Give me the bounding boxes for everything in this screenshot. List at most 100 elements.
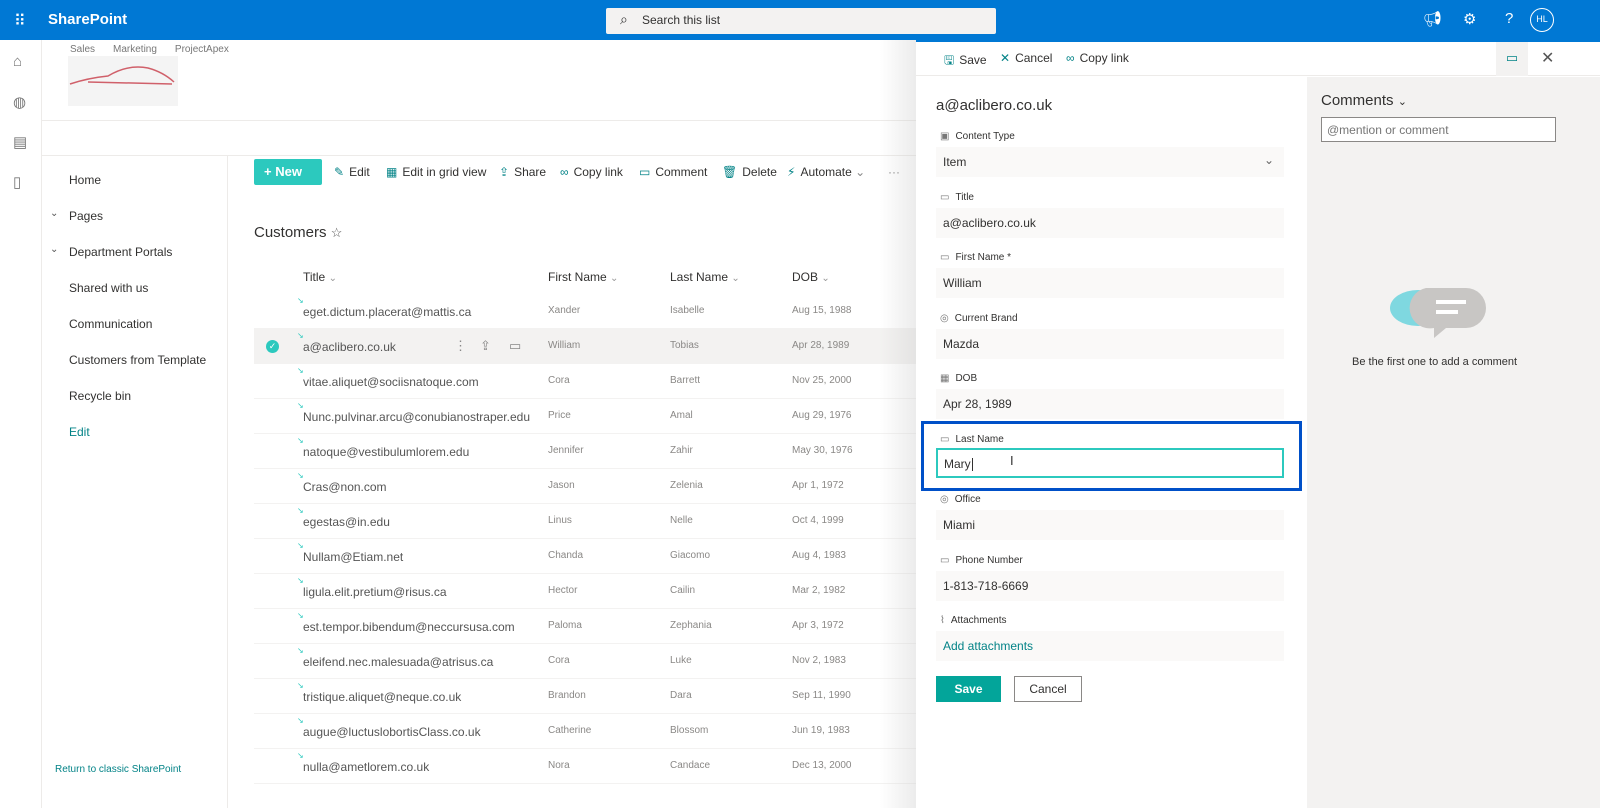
- column-header[interactable]: DOB ⌄: [792, 270, 830, 284]
- search-input[interactable]: ⌕ Search this list: [606, 8, 996, 34]
- delete-button[interactable]: 🗑︎ Delete: [722, 165, 777, 179]
- plus-icon: +: [264, 164, 276, 179]
- nav-item[interactable]: ⌄ Department Portals: [42, 239, 228, 263]
- news-icon[interactable]: ▤: [13, 133, 27, 151]
- comment-input[interactable]: [1321, 117, 1556, 142]
- avatar[interactable]: HL: [1530, 8, 1554, 32]
- panel-copy-link-button[interactable]: ∞ Copy link: [1066, 51, 1129, 65]
- field-value[interactable]: a@aclibero.co.uk: [936, 207, 1284, 238]
- nav-item[interactable]: Edit: [42, 419, 228, 443]
- chevron-down-icon: ⌄: [731, 273, 740, 284]
- table-row[interactable]: eleifend.nec.malesuada@atrisus.ca Cora Luk…: [254, 644, 916, 679]
- field-value[interactable]: 1-813-718-6669: [936, 570, 1284, 601]
- globe-icon[interactable]: ◍: [13, 93, 26, 111]
- title-cell[interactable]: natoque@vestibulumlorem.edu: [297, 436, 469, 459]
- site-logo[interactable]: [68, 56, 178, 106]
- title-cell[interactable]: tristique.aliquet@neque.co.uk: [297, 681, 461, 704]
- share-button[interactable]: ⇪ Share: [499, 165, 546, 179]
- title-cell[interactable]: Nunc.pulvinar.arcu@conubianostraper.edu: [297, 401, 530, 424]
- close-panel-icon[interactable]: ✕: [1541, 48, 1554, 68]
- site-nav-sales[interactable]: Sales: [70, 44, 95, 55]
- home-icon[interactable]: ⌂: [13, 53, 22, 70]
- comments-toggle-icon[interactable]: ▭: [1496, 42, 1528, 76]
- chevron-down-icon[interactable]: ⌄: [50, 244, 58, 255]
- gear-icon[interactable]: ⚙: [1463, 10, 1476, 28]
- title-cell[interactable]: a@aclibero.co.uk: [297, 331, 396, 354]
- panel-cancel-button[interactable]: ✕ Cancel: [1000, 51, 1052, 65]
- app-name[interactable]: SharePoint: [48, 11, 127, 28]
- table-row[interactable]: nulla@ametlorem.co.uk Nora Candace Dec 13, …: [254, 749, 916, 784]
- nav-item[interactable]: Shared with us: [42, 275, 228, 299]
- site-nav-projectapex[interactable]: ProjectApex: [175, 44, 229, 55]
- megaphone-icon[interactable]: 📢︎: [1423, 10, 1442, 28]
- table-row[interactable]: ✓ a@aclibero.co.uk ⋮ ⇪ ▭ William Tobias Apr 28,…: [254, 329, 916, 364]
- title-cell[interactable]: eleifend.nec.malesuada@atrisus.ca: [297, 646, 493, 669]
- title-cell[interactable]: ligula.elit.pretium@risus.ca: [297, 576, 447, 599]
- first-name-cell: Paloma: [548, 620, 582, 631]
- nav-item[interactable]: Communication: [42, 311, 228, 335]
- column-header[interactable]: Title ⌄: [303, 270, 337, 284]
- share-icon[interactable]: ⇪: [480, 338, 491, 354]
- title-cell[interactable]: egestas@in.edu: [297, 506, 390, 529]
- column-header[interactable]: First Name ⌄: [548, 270, 618, 284]
- field-value[interactable]: William: [936, 268, 1284, 298]
- table-row[interactable]: ligula.elit.pretium@risus.ca Hector Cailin…: [254, 574, 916, 609]
- document-icon[interactable]: ▯: [13, 173, 21, 191]
- first-name-cell: Jason: [548, 480, 575, 491]
- table-row[interactable]: est.tempor.bibendum@neccursusa.com Paloma…: [254, 609, 916, 644]
- field-value[interactable]: Add attachments: [936, 631, 1284, 661]
- table-row[interactable]: Cras@non.com Jason Zelenia Apr 1, 1972: [254, 469, 916, 504]
- title-cell[interactable]: augue@luctuslobortisClass.co.uk: [297, 716, 481, 739]
- new-button[interactable]: + New: [254, 159, 322, 185]
- star-icon[interactable]: ☆: [331, 225, 343, 240]
- table-row[interactable]: Nunc.pulvinar.arcu@conubianostraper.edu P…: [254, 399, 916, 434]
- field-value-text: a@aclibero.co.uk: [943, 215, 1036, 230]
- nav-item[interactable]: Recycle bin: [42, 383, 228, 407]
- table-row[interactable]: augue@luctuslobortisClass.co.uk Catherine…: [254, 714, 916, 749]
- checkmark-icon[interactable]: ✓: [266, 340, 279, 353]
- comments-title[interactable]: Comments ⌄: [1321, 92, 1407, 109]
- comment-icon[interactable]: ▭: [509, 338, 521, 354]
- return-to-classic-link[interactable]: Return to classic SharePoint: [55, 764, 181, 775]
- field-value[interactable]: Item ⌄: [936, 147, 1284, 177]
- table-row[interactable]: egestas@in.edu Linus Nelle Oct 4, 1999: [254, 504, 916, 539]
- automate-button[interactable]: ⚡︎ Automate ⌄: [787, 165, 865, 179]
- title-cell[interactable]: vitae.aliquet@sociisnatoque.com: [297, 366, 479, 389]
- table-row[interactable]: natoque@vestibulumlorem.edu Jennifer Zahir…: [254, 434, 916, 469]
- nav-item[interactable]: Customers from Template: [42, 347, 228, 371]
- column-header[interactable]: Last Name ⌄: [670, 270, 740, 284]
- help-icon[interactable]: ?: [1505, 10, 1513, 27]
- nav-item[interactable]: ⌄ Pages: [42, 203, 228, 227]
- dob-cell: Aug 4, 1983: [792, 550, 846, 561]
- copy-link-button[interactable]: ∞ Copy link: [560, 165, 623, 179]
- chevron-down-icon: ⌄: [610, 273, 619, 284]
- nav-item-label: Customers from Template: [69, 353, 207, 367]
- table-row[interactable]: Nullam@Etiam.net Chanda Giacomo Aug 4, 1983: [254, 539, 916, 574]
- app-launcher-icon[interactable]: ⠿: [14, 11, 26, 31]
- site-nav-marketing[interactable]: Marketing: [113, 44, 157, 55]
- first-name-cell: Xander: [548, 305, 581, 316]
- title-cell[interactable]: Nullam@Etiam.net: [297, 541, 403, 564]
- field-label-text: Current Brand: [954, 312, 1018, 324]
- panel-save-button[interactable]: 🖫︎ Save: [944, 51, 987, 72]
- form-cancel-button[interactable]: Cancel: [1014, 676, 1082, 702]
- table-row[interactable]: tristique.aliquet@neque.co.uk Brandon Dara…: [254, 679, 916, 714]
- edit-button[interactable]: ✎ Edit: [334, 165, 370, 179]
- title-cell[interactable]: est.tempor.bibendum@neccursusa.com: [297, 611, 515, 634]
- more-vertical-icon[interactable]: ⋮: [454, 338, 467, 354]
- field-value[interactable]: Apr 28, 1989: [936, 389, 1284, 419]
- title-cell[interactable]: eget.dictum.placerat@mattis.ca: [297, 296, 471, 319]
- field-value[interactable]: Miami: [936, 510, 1284, 540]
- form-save-button[interactable]: Save: [936, 676, 1001, 702]
- field-value[interactable]: Mazda: [936, 328, 1284, 359]
- field-value-text: William: [943, 276, 982, 290]
- table-row[interactable]: eget.dictum.placerat@mattis.ca Xander Isab…: [254, 294, 916, 329]
- comment-button[interactable]: ▭ Comment: [639, 165, 707, 179]
- share-icon: ⇪: [499, 165, 510, 179]
- chevron-down-icon[interactable]: ⌄: [50, 208, 58, 219]
- title-cell[interactable]: Cras@non.com: [297, 471, 387, 494]
- nav-item[interactable]: Home: [42, 167, 228, 191]
- edit-grid-button[interactable]: ▦ Edit in grid view: [386, 165, 486, 179]
- title-cell[interactable]: nulla@ametlorem.co.uk: [297, 751, 429, 774]
- table-row[interactable]: vitae.aliquet@sociisnatoque.com Cora Barre…: [254, 364, 916, 399]
